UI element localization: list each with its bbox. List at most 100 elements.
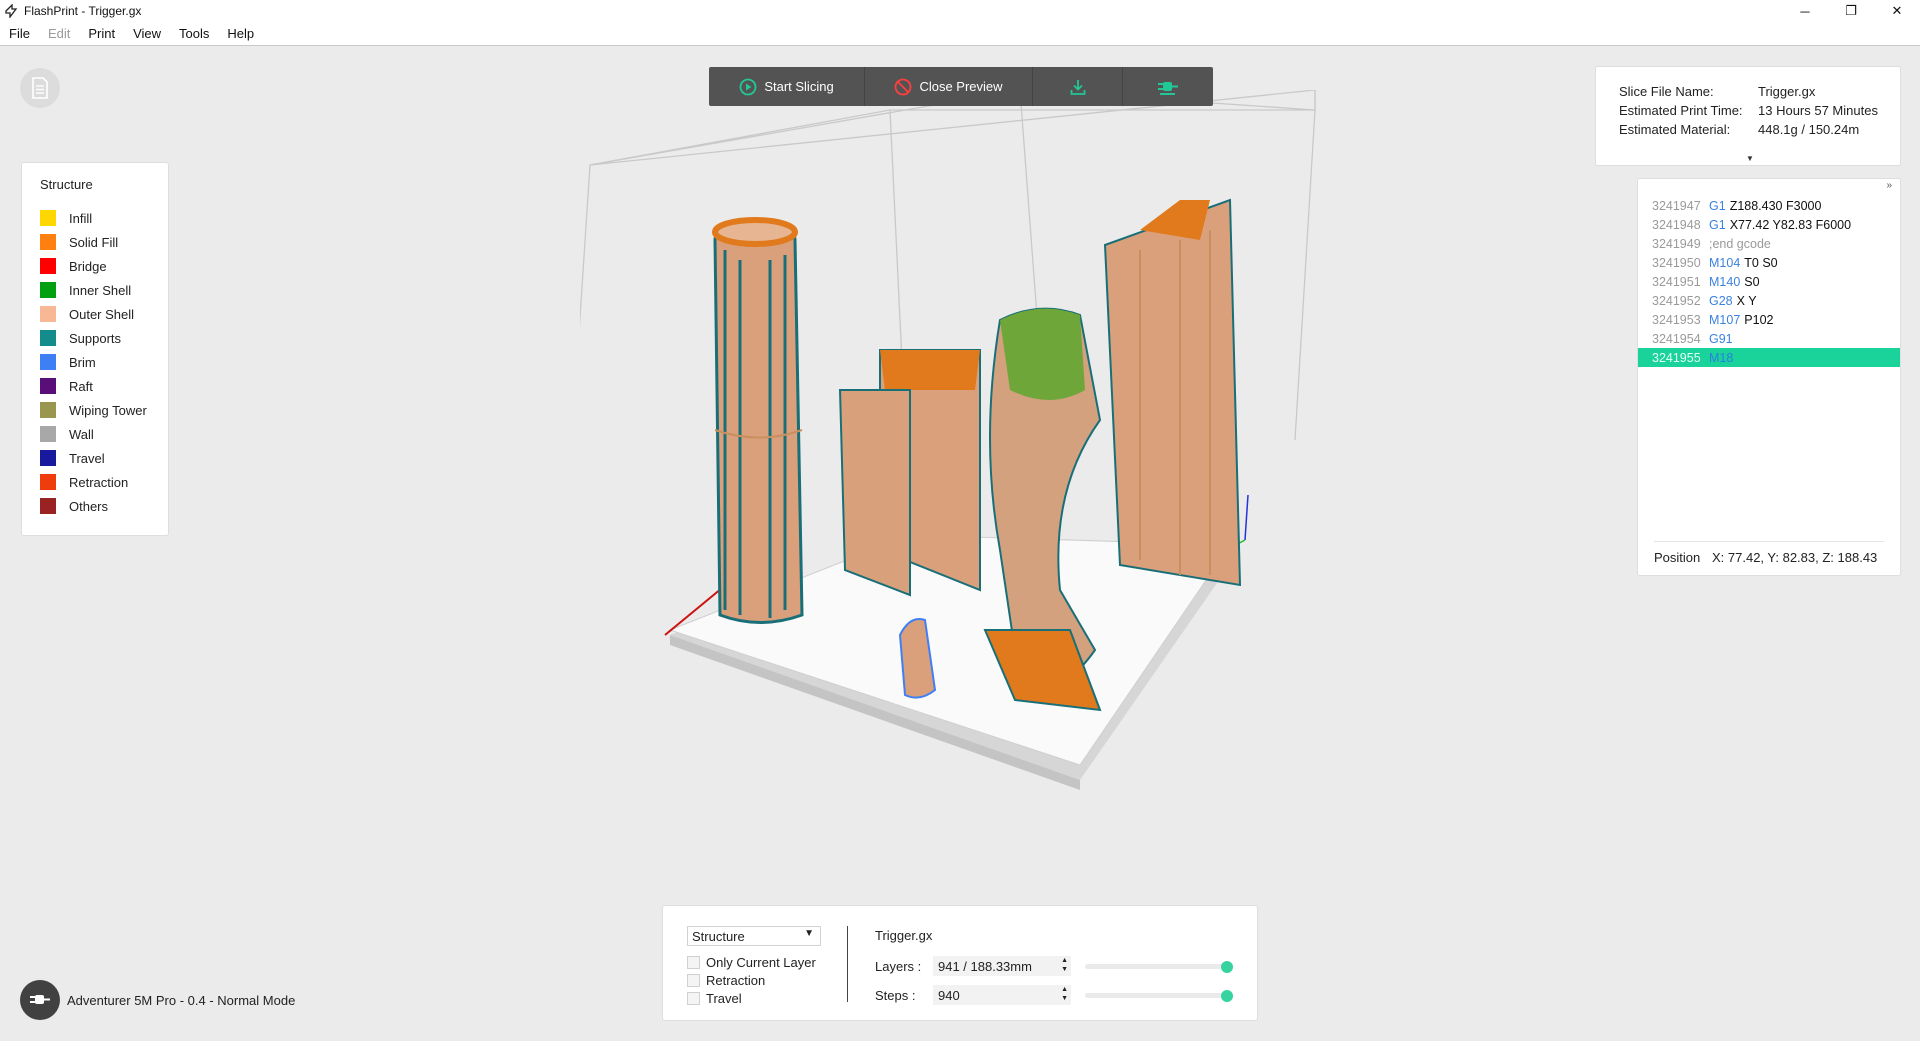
gcode-line-number: 3241949 [1652, 236, 1701, 251]
menu-print[interactable]: Print [79, 26, 124, 41]
maximize-button[interactable]: ❐ [1828, 0, 1874, 22]
info-key: Slice File Name: [1619, 84, 1714, 99]
legend-item-others: Others [40, 494, 168, 518]
spin-arrows-icon[interactable]: ▲ ▼ [1061, 985, 1068, 1003]
document-button[interactable] [20, 68, 60, 108]
collapse-panel-icon[interactable]: » [1886, 180, 1892, 191]
menu-file[interactable]: File [0, 26, 39, 41]
legend-label: Supports [69, 330, 122, 346]
view-mode-select[interactable]: Structure ▼ [687, 926, 821, 946]
window-controls: ─ ❐ ✕ [1782, 0, 1920, 22]
gcode-command: G1 [1709, 198, 1726, 213]
view-mode-value: Structure [692, 929, 745, 944]
legend-label: Retraction [69, 474, 129, 490]
info-key: Estimated Print Time: [1619, 103, 1743, 118]
checkbox-label: Only Current Layer [706, 955, 816, 970]
legend-swatch [40, 306, 56, 322]
position-value: X: 77.42, Y: 82.83, Z: 188.43 [1712, 550, 1878, 565]
legend-item-infill: Infill [40, 206, 168, 230]
checkbox-label: Retraction [706, 973, 766, 988]
gcode-line[interactable]: 3241951 M140 S0 [1638, 272, 1900, 291]
close-preview-label: Close Preview [919, 79, 1003, 94]
legend-item-retraction: Retraction [40, 470, 168, 494]
gcode-panel: » 3241947 G1 Z188.430 F3000 3241948 G1 X77.42… [1637, 178, 1901, 576]
legend-swatch [40, 378, 56, 394]
legend-swatch [40, 210, 56, 226]
gcode-line[interactable]: 3241949 ;end gcode [1638, 234, 1900, 253]
gcode-line-number: 3241952 [1652, 293, 1701, 308]
legend-swatch [40, 258, 56, 274]
legend-item-supports: Supports [40, 326, 168, 350]
close-window-button[interactable]: ✕ [1874, 0, 1920, 22]
gcode-line[interactable]: 3241955 M18 [1638, 348, 1900, 367]
gcode-command: G28 [1709, 293, 1733, 308]
steps-spinbox[interactable]: 940 ▲ ▼ [933, 985, 1071, 1005]
z-axis [1244, 494, 1249, 541]
gcode-list[interactable]: 3241947 G1 Z188.430 F3000 3241948 G1 X77.42 Y… [1638, 196, 1900, 367]
legend-label: Bridge [69, 258, 107, 274]
legend-swatch [40, 474, 56, 490]
gcode-line-number: 3241955 [1652, 350, 1701, 365]
gcode-line[interactable]: 3241947 G1 Z188.430 F3000 [1638, 196, 1900, 215]
steps-slider-thumb[interactable] [1221, 990, 1233, 1002]
info-value: 13 Hours 57 Minutes [1758, 103, 1878, 118]
steps-slider[interactable] [1085, 990, 1233, 1002]
expand-caret-icon[interactable]: ▼ [1746, 154, 1754, 163]
play-circle-icon [739, 78, 757, 95]
document-icon [32, 77, 48, 99]
file-name: Trigger.gx [875, 928, 933, 943]
right-tower [1103, 198, 1242, 587]
layers-slider[interactable] [1085, 961, 1233, 973]
minimize-button[interactable]: ─ [1782, 0, 1828, 22]
position-readout: Position X: 77.42, Y: 82.83, Z: 188.43 [1654, 541, 1884, 565]
gcode-args: X77.42 Y82.83 F6000 [1729, 217, 1852, 232]
menu-view[interactable]: View [124, 26, 170, 41]
layers-slider-thumb[interactable] [1221, 961, 1233, 973]
menu-edit[interactable]: Edit [39, 26, 79, 41]
checkbox-label: Travel [706, 991, 742, 1006]
slice-preview-scene[interactable] [580, 90, 1360, 810]
retraction-checkbox[interactable]: Retraction [687, 973, 765, 988]
gcode-args: Z188.430 F3000 [1729, 198, 1822, 213]
legend-label: Outer Shell [69, 306, 135, 322]
gcode-line[interactable]: 3241948 G1 X77.42 Y82.83 F6000 [1638, 215, 1900, 234]
export-button[interactable] [1033, 67, 1123, 106]
window-title: FlashPrint - Trigger.gx [24, 4, 142, 18]
travel-checkbox[interactable]: Travel [687, 991, 742, 1006]
gcode-line[interactable]: 3241953 M107 P102 [1638, 310, 1900, 329]
checkbox-box[interactable] [687, 974, 700, 987]
legend-label: Others [69, 498, 109, 514]
legend-label: Wiping Tower [69, 402, 147, 418]
legend-swatch [40, 234, 56, 250]
legend-label: Raft [69, 378, 93, 394]
preview-controls-panel: Structure ▼ Only Current Layer Retractio… [662, 905, 1258, 1021]
gcode-command: G1 [1709, 217, 1726, 232]
gcode-line[interactable]: 3241952 G28 X Y [1638, 291, 1900, 310]
legend-item-travel: Travel [40, 446, 168, 470]
info-value: Trigger.gx [1758, 84, 1816, 99]
preview-toolbar: Start Slicing Close Preview [709, 67, 1213, 106]
start-slicing-button[interactable]: Start Slicing [709, 67, 865, 106]
info-row-file-name: Slice File Name: Trigger.gx [1619, 84, 1900, 103]
checkbox-box[interactable] [687, 956, 700, 969]
layers-spinbox[interactable]: 941 / 188.33mm ▲ ▼ [933, 956, 1071, 976]
menu-help[interactable]: Help [218, 26, 263, 41]
legend-label: Inner Shell [69, 282, 132, 298]
legend-item-raft: Raft [40, 374, 168, 398]
menu-tools[interactable]: Tools [170, 26, 218, 41]
info-row-material: Estimated Material: 448.1g / 150.24m [1619, 122, 1900, 141]
gcode-line-number: 3241953 [1652, 312, 1701, 327]
gcode-line-number: 3241954 [1652, 331, 1701, 346]
gcode-line-number: 3241951 [1652, 274, 1701, 289]
send-to-printer-button[interactable] [1123, 67, 1213, 106]
gcode-args: S0 [1744, 274, 1760, 289]
spin-arrows-icon[interactable]: ▲ ▼ [1061, 956, 1068, 974]
download-icon [1070, 79, 1085, 95]
gcode-line[interactable]: 3241954 G91 [1638, 329, 1900, 348]
gcode-line[interactable]: 3241950 M104 T0 S0 [1638, 253, 1900, 272]
checkbox-box[interactable] [687, 992, 700, 1005]
printer-connection-button[interactable] [20, 980, 60, 1020]
legend-label: Wall [69, 426, 94, 442]
close-preview-button[interactable]: Close Preview [865, 67, 1033, 106]
only-current-layer-checkbox[interactable]: Only Current Layer [687, 955, 816, 970]
